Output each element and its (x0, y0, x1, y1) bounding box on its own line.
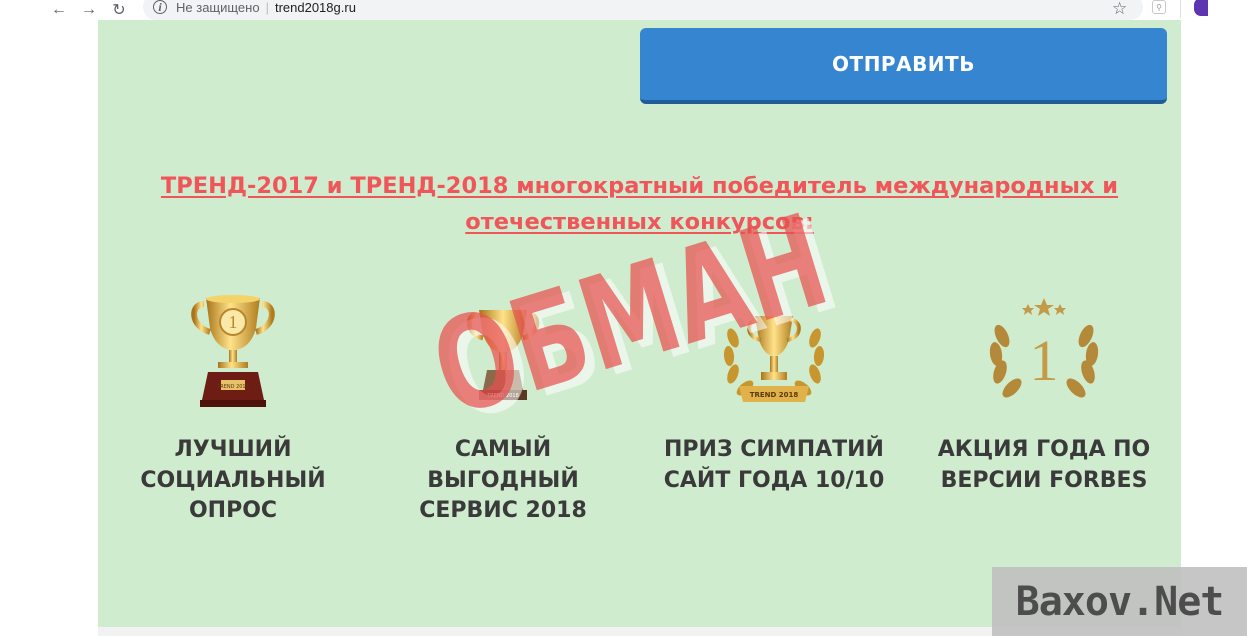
svg-text:1: 1 (229, 312, 238, 332)
search-extension-icon[interactable]: ⚲ (1152, 0, 1166, 14)
number-one-text: 1 (1030, 328, 1059, 393)
award-label: АКЦИЯ ГОДА ПО ВЕРСИИ FORBES (914, 435, 1174, 496)
award-audience-choice: TREND 2018 ПРИЗ СИМПАТИЙ САЙТ ГОДА 10/10 (644, 285, 904, 496)
award-forbes-promotion: 1 АКЦИЯ ГОДА ПО ВЕРСИИ FORBES (914, 285, 1174, 496)
trophy-plate-text: TREND 2018 (216, 384, 249, 390)
arrow-right-icon[interactable]: → (74, 0, 104, 20)
award-label-line: САЙТ ГОДА 10/10 (663, 467, 885, 493)
address-bar[interactable]: i Не защищено | trend2018g.ru (143, 0, 1143, 20)
reload-icon[interactable]: ↻ (104, 0, 134, 20)
award-label-line: ПРИЗ СИМПАТИЙ (664, 437, 884, 462)
award-label-line: ОПРОС (188, 498, 278, 523)
awards-heading-line1: ТРЕНД-2017 и ТРЕНД-2018 многократный поб… (160, 173, 1119, 199)
awards-heading[interactable]: ТРЕНД-2017 и ТРЕНД-2018 многократный поб… (98, 168, 1181, 240)
award-label-line: ВЕРСИИ FORBES (940, 467, 1148, 493)
award-label-line: САМЫЙ (454, 437, 552, 462)
award-label-line: СЕРВИС 2018 (419, 498, 587, 523)
star-icon[interactable]: ☆ (1112, 0, 1127, 19)
url-text[interactable]: trend2018g.ru (275, 0, 356, 15)
trophy-plate-text: TREND 2018 (750, 391, 799, 399)
trophy-cup-icon: TREND 2018 (373, 285, 633, 410)
award-label-line: СОЦИАЛЬНЫЙ (140, 467, 326, 493)
security-status: Не защищено (176, 0, 260, 15)
browser-toolbar: ← → ↻ i Не защищено | trend2018g.ru ☆ ⚲ (0, 0, 1247, 20)
watermark-logo: Baxov.Net (992, 567, 1247, 636)
address-separator: | (265, 0, 269, 15)
award-label-line: ВЫГОДНЫЙ (427, 467, 579, 493)
award-label-line: АКЦИЯ ГОДА ПО (937, 437, 1151, 462)
arrow-left-icon[interactable]: ← (44, 0, 74, 20)
info-icon[interactable]: i (153, 0, 167, 14)
award-most-profitable-service: TREND 2018 САМЫЙ ВЫГОДНЫЙ СЕРВИС 2018 (373, 285, 633, 527)
toolbar-divider (1180, 0, 1181, 18)
laurel-trophy-icon: TREND 2018 (644, 285, 904, 410)
award-label: ЛУЧШИЙ СОЦИАЛЬНЫЙ ОПРОС (103, 435, 363, 527)
award-label-line: ЛУЧШИЙ (174, 437, 292, 462)
trophy-plate-text: TREND 2018 (486, 393, 519, 399)
trophy-cup-icon: 1 TREND 2018 (103, 285, 363, 410)
profile-avatar-icon[interactable] (1194, 0, 1208, 16)
award-label: ПРИЗ СИМПАТИЙ САЙТ ГОДА 10/10 (644, 435, 904, 496)
award-best-social-poll: 1 TREND 2018 ЛУЧШИЙ СОЦИАЛЬНЫЙ ОПРОС (103, 285, 363, 527)
laurel-number-one-icon: 1 (914, 285, 1174, 410)
award-label: САМЫЙ ВЫГОДНЫЙ СЕРВИС 2018 (373, 435, 633, 527)
awards-heading-line2: отечественных конкурсов: (465, 209, 814, 235)
submit-button[interactable]: ОТПРАВИТЬ (640, 28, 1167, 104)
